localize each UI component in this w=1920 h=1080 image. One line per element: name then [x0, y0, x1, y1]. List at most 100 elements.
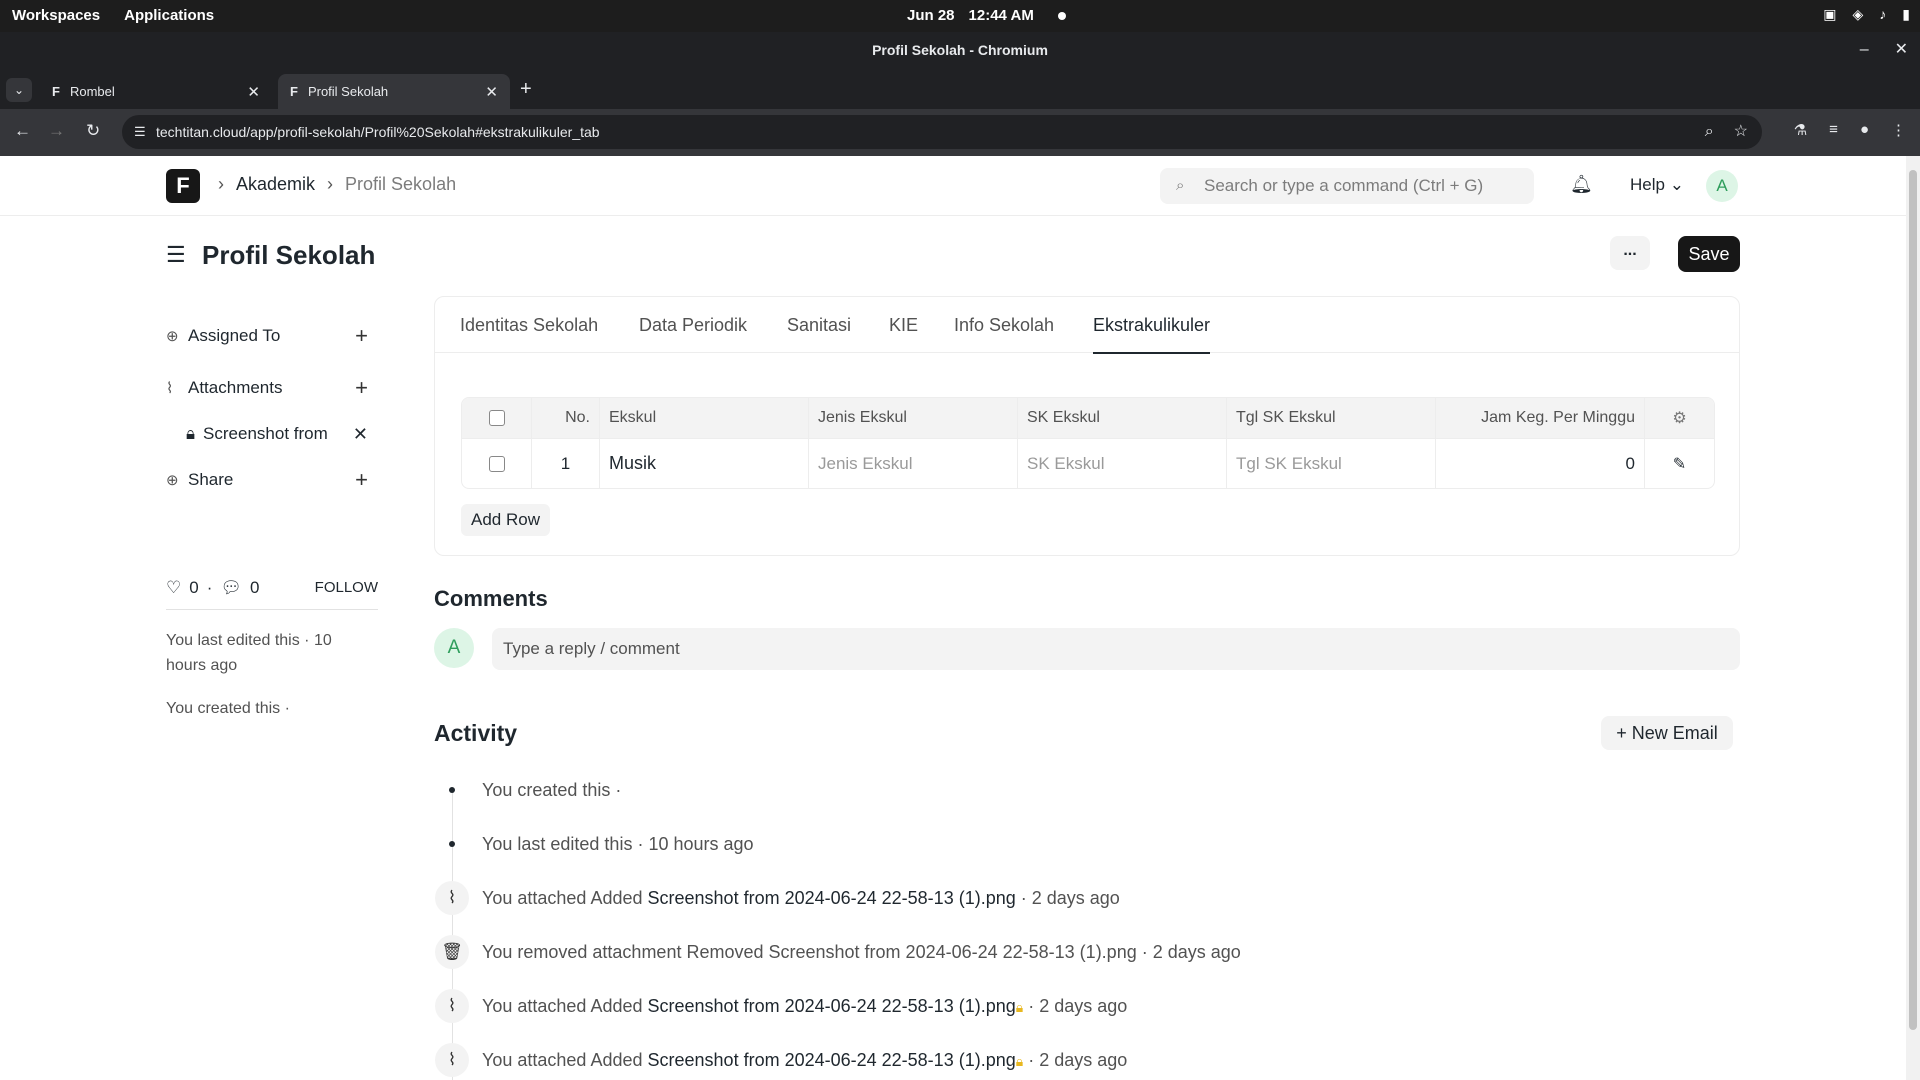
workspaces-menu[interactable]: Workspaces	[12, 7, 100, 24]
activity-text: You attached Added	[482, 887, 643, 908]
bullet-icon	[449, 841, 455, 847]
breadcrumb-akademik[interactable]: Akademik	[236, 174, 315, 195]
edit-row-icon[interactable]: ✎	[1673, 454, 1686, 474]
save-button[interactable]: Save	[1678, 236, 1740, 272]
add-row-button[interactable]: Add Row	[461, 504, 550, 536]
attachment-link[interactable]: Screenshot from 2024-06-24 22-58-13 (1).…	[648, 888, 1016, 908]
notification-dot-icon	[1057, 11, 1066, 20]
new-email-button[interactable]: + New Email	[1601, 716, 1733, 750]
add-attachment-icon[interactable]: +	[355, 375, 368, 401]
cell-jenis-ekskul[interactable]: Jenis Ekskul	[809, 439, 1018, 488]
zoom-icon[interactable]: ⌕	[1705, 115, 1714, 149]
comment-icon[interactable]: 💬︎	[220, 578, 242, 598]
cell-jam-keg[interactable]: 0	[1436, 439, 1645, 488]
sidebar-toggle-icon[interactable]: ☰	[166, 242, 186, 268]
activity-item: 🗑︎ You removed attachment Removed Screen…	[434, 934, 1734, 970]
follow-button[interactable]: FOLLOW	[315, 579, 378, 596]
help-dropdown[interactable]: Help ⌄	[1630, 175, 1684, 195]
browser-tab-bar: ⌄ F Rombel ✕ F Profil Sekolah ✕ +	[0, 68, 1920, 109]
cell-ekskul[interactable]: Musik	[600, 439, 809, 488]
attachment-link[interactable]: Screenshot from 2024-06-24 22-58-13 (1).…	[648, 996, 1016, 1016]
cell-sk-ekskul[interactable]: SK Ekskul	[1018, 439, 1227, 488]
lock-icon: 🔒︎	[1015, 1052, 1024, 1069]
wifi-icon[interactable]: ◈	[1853, 6, 1864, 23]
volume-icon[interactable]: ♪	[1879, 6, 1886, 23]
sidebar-share: ⊕ Share +	[166, 454, 378, 506]
add-share-icon[interactable]: +	[355, 467, 368, 493]
tab-search-button[interactable]: ⌄	[6, 78, 32, 102]
tab-sanitasi[interactable]: Sanitasi	[787, 315, 851, 336]
media-icon[interactable]: ≡	[1829, 121, 1838, 139]
close-tab-icon[interactable]: ✕	[485, 83, 498, 101]
activity-time: · 2 days ago	[1020, 887, 1120, 908]
activity-time: · 2 days ago	[1028, 1049, 1128, 1070]
new-tab-icon[interactable]: +	[520, 78, 532, 101]
chevron-right-icon: ›	[218, 174, 224, 194]
attachment-item[interactable]: 🔒︎ Screenshot from ✕	[166, 414, 378, 454]
form-tabs: Identitas Sekolah Data Periodik Sanitasi…	[435, 297, 1739, 354]
more-actions-button[interactable]: ...	[1610, 236, 1650, 270]
scrollbar-thumb[interactable]	[1909, 170, 1917, 1030]
table-row[interactable]: 1 Musik Jenis Ekskul SK Ekskul Tgl SK Ek…	[462, 438, 1714, 488]
paperclip-icon: ⌇	[435, 989, 469, 1023]
battery-icon[interactable]: ▮	[1902, 6, 1910, 23]
browser-menu-icon[interactable]: ⋮	[1891, 121, 1906, 139]
share-label: Share	[188, 470, 234, 489]
form-card: Identitas Sekolah Data Periodik Sanitasi…	[434, 296, 1740, 556]
attachment-name[interactable]: Screenshot from	[203, 424, 328, 444]
trash-icon: 🗑︎	[435, 935, 469, 969]
page-header: ☰ Profil Sekolah ... Save	[166, 236, 1740, 276]
tab-identitas-sekolah[interactable]: Identitas Sekolah	[460, 315, 598, 336]
tab-ekstrakulikuler[interactable]: Ekstrakulikuler	[1093, 315, 1211, 354]
remove-attachment-icon[interactable]: ✕	[353, 424, 368, 445]
screen-icon[interactable]: ▣	[1823, 6, 1836, 23]
comment-input[interactable]: Type a reply / comment	[492, 628, 1740, 670]
labs-icon[interactable]: ⚗	[1794, 121, 1807, 139]
paperclip-icon: ⌇	[435, 881, 469, 915]
avatar[interactable]: A	[1706, 170, 1738, 202]
browser-tab-profil-sekolah[interactable]: F Profil Sekolah ✕	[278, 74, 510, 109]
minimize-icon[interactable]: –	[1860, 32, 1869, 68]
select-all-checkbox[interactable]	[488, 410, 505, 426]
chevron-down-icon: ⌄	[1669, 175, 1684, 194]
add-assign-icon[interactable]: +	[355, 323, 368, 349]
reload-icon[interactable]: ↻	[86, 121, 100, 141]
sidebar-assigned-to: ⊕ Assigned To +	[166, 310, 378, 362]
bookmark-star-icon[interactable]: ☆	[1734, 115, 1748, 149]
back-icon[interactable]: ←	[14, 121, 31, 141]
clock[interactable]: Jun 28 12:44 AM	[907, 7, 1066, 24]
separator-dot: ·	[206, 577, 213, 597]
browser-tab-rombel[interactable]: F Rombel ✕	[40, 74, 272, 109]
close-window-icon[interactable]: ✕	[1895, 32, 1908, 68]
tab-kie[interactable]: KIE	[889, 315, 918, 336]
bell-icon[interactable]: 🔔︎	[1570, 174, 1593, 195]
likes-comments-row: ♡ 0 · 💬︎ 0 FOLLOW	[166, 566, 378, 610]
share-user-icon: ⊕	[166, 472, 179, 489]
tab-info-sekolah[interactable]: Info Sekolah	[954, 315, 1054, 336]
applications-menu[interactable]: Applications	[124, 7, 214, 24]
gear-icon[interactable]: ⚙	[1672, 408, 1686, 428]
comments-count: 0	[249, 577, 260, 597]
activity-text: You last edited this · 10 hours ago	[482, 833, 754, 854]
tab-data-periodik[interactable]: Data Periodik	[639, 315, 747, 336]
site-info-icon[interactable]: ☰	[134, 115, 146, 149]
cell-tgl-sk-ekskul[interactable]: Tgl SK Ekskul	[1227, 439, 1436, 488]
address-bar[interactable]: ☰ techtitan.cloud/app/profil-sekolah/Pro…	[122, 115, 1762, 149]
heart-icon[interactable]: ♡	[166, 578, 181, 598]
col-ekskul: Ekskul	[600, 398, 809, 438]
assign-user-icon: ⊕	[166, 328, 179, 345]
breadcrumb-current[interactable]: Profil Sekolah	[345, 174, 456, 195]
comments-heading: Comments	[434, 586, 548, 611]
bullet-icon	[449, 787, 455, 793]
row-checkbox[interactable]	[488, 455, 505, 472]
app-logo[interactable]: F	[166, 169, 200, 203]
close-tab-icon[interactable]: ✕	[247, 83, 260, 101]
activity-item: ⌇ You attached Added Screenshot from 202…	[434, 988, 1734, 1024]
attachment-link[interactable]: Screenshot from 2024-06-24 22-58-13 (1).…	[648, 1050, 1016, 1070]
forward-icon[interactable]: →	[48, 121, 65, 141]
profile-icon[interactable]: ●	[1860, 121, 1869, 139]
form-sidebar: ⊕ Assigned To + ⌇ Attachments + 🔒︎ Scree…	[166, 310, 378, 506]
frappe-favicon-icon: F	[52, 84, 60, 99]
page-scrollbar[interactable]	[1906, 156, 1920, 1080]
search-input[interactable]: ⌕ Search or type a command (Ctrl + G)	[1160, 168, 1534, 204]
